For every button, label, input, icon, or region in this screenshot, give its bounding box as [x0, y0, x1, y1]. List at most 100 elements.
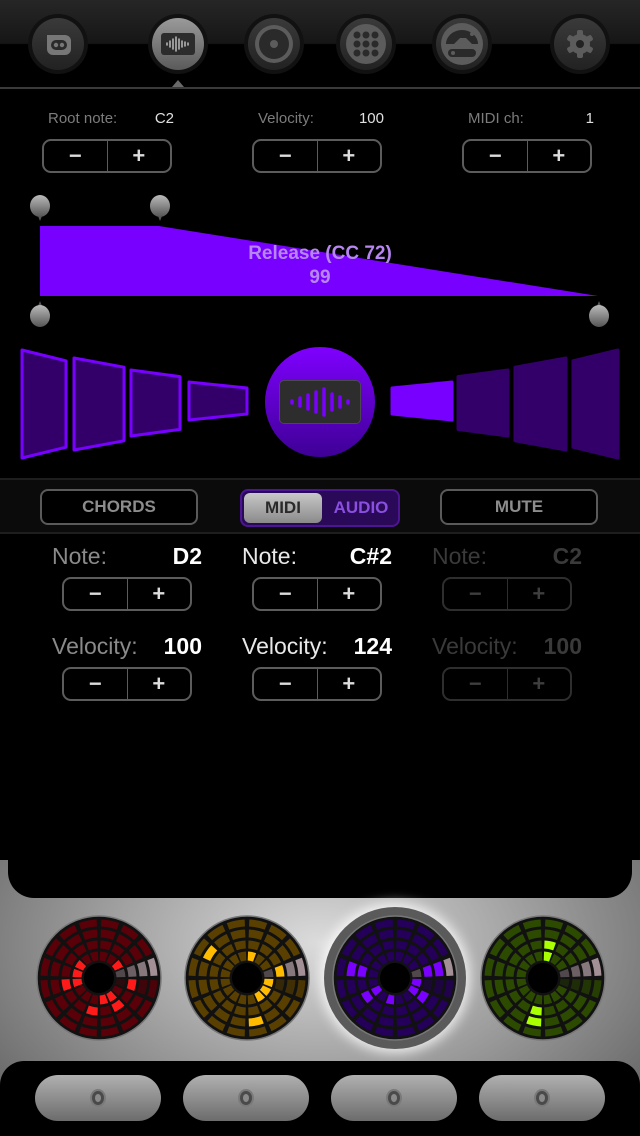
- gear-icon: [567, 30, 593, 58]
- velocity-2-stepper[interactable]: − +: [252, 667, 382, 701]
- midi-channel-label: MIDI ch:: [468, 110, 524, 127]
- audio-option[interactable]: AUDIO: [324, 491, 398, 525]
- root-note-decrement-button[interactable]: −: [44, 141, 108, 171]
- note-label: Note:: [242, 543, 297, 569]
- velocity-value: 124: [353, 633, 392, 659]
- pad-grid-button[interactable]: [336, 14, 396, 74]
- note-2-decrement-button[interactable]: −: [254, 579, 318, 609]
- envelope-handle-start-top[interactable]: [29, 195, 51, 221]
- robot-face-icon: [47, 35, 71, 55]
- note-value: D2: [172, 543, 202, 569]
- release-envelope-editor[interactable]: Release (CC 72) 99: [0, 190, 640, 340]
- pad-3-select-button[interactable]: [331, 1075, 457, 1121]
- pad-hub: [84, 963, 114, 993]
- indicator-led-icon: [238, 1089, 254, 1107]
- velocity-value: 100: [543, 633, 582, 659]
- note-1-decrement-button[interactable]: −: [64, 579, 128, 609]
- note-value: C2: [552, 543, 582, 569]
- velocity-1-stepper[interactable]: − +: [62, 667, 192, 701]
- note-1-increment-button[interactable]: +: [128, 579, 191, 609]
- envelope-handle-end[interactable]: [588, 301, 610, 327]
- radial-pad-grid: [480, 915, 606, 1041]
- radial-pad-grid: [36, 915, 162, 1041]
- envelope-graph[interactable]: [0, 190, 640, 340]
- velocity-label: Velocity:: [242, 633, 328, 659]
- velocity-2-increment-button[interactable]: +: [318, 669, 381, 699]
- drum-pad-purple[interactable]: [324, 907, 466, 1049]
- right-segment-2[interactable]: [456, 368, 510, 438]
- radial-pad-grid: [332, 915, 458, 1041]
- midi-option[interactable]: MIDI: [244, 493, 322, 523]
- pad-hub: [232, 963, 262, 993]
- record-button[interactable]: [244, 14, 304, 74]
- waveform-icon: [161, 33, 195, 55]
- envelope-parameter-name: Release (CC 72): [248, 243, 392, 264]
- record-disc-icon: [255, 25, 293, 63]
- velocity-3-decrement-button: −: [444, 669, 508, 699]
- root-note-label: Root note:: [48, 110, 118, 127]
- velocity-column-2: Velocity: 124: [242, 633, 392, 663]
- velocity-1-increment-button[interactable]: +: [128, 669, 191, 699]
- root-note-value: C2: [154, 110, 174, 127]
- grid-dots-icon: [346, 24, 386, 64]
- velocity-3-stepper: − +: [442, 667, 572, 701]
- velocity-stepper[interactable]: − +: [252, 139, 382, 173]
- right-segment-4[interactable]: [571, 348, 620, 460]
- velocity-decrement-button[interactable]: −: [254, 141, 318, 171]
- left-segment-4[interactable]: [187, 380, 249, 422]
- drum-pad-amber[interactable]: [184, 915, 310, 1041]
- mixer-button[interactable]: [432, 14, 492, 74]
- drum-pad-red[interactable]: [36, 915, 162, 1041]
- right-segment-1[interactable]: [390, 380, 454, 422]
- note-3-decrement-button: −: [444, 579, 508, 609]
- note-3-stepper: − +: [442, 577, 572, 611]
- center-sound-button[interactable]: [265, 347, 375, 457]
- left-segment-1[interactable]: [20, 348, 68, 460]
- note-2-increment-button[interactable]: +: [318, 579, 381, 609]
- pad-4-select-button[interactable]: [479, 1075, 605, 1121]
- gauge-slider-icon: [441, 23, 483, 65]
- velocity-increment-button[interactable]: +: [318, 141, 381, 171]
- midi-channel-decrement-button[interactable]: −: [464, 141, 528, 171]
- pad-hub: [380, 963, 410, 993]
- root-note-stepper[interactable]: − +: [42, 139, 172, 173]
- midi-audio-toggle[interactable]: MIDI AUDIO: [240, 489, 400, 527]
- note-label: Note:: [432, 543, 487, 569]
- left-segment-3[interactable]: [129, 368, 182, 438]
- midi-channel-increment-button[interactable]: +: [528, 141, 591, 171]
- indicator-led-icon: [534, 1089, 550, 1107]
- note-column-1: Note: D2: [52, 543, 202, 573]
- note-column-2: Note: C#2: [242, 543, 392, 573]
- pad-1-select-button[interactable]: [35, 1075, 161, 1121]
- envelope-handle-hold-end[interactable]: [149, 195, 171, 221]
- root-note-increment-button[interactable]: +: [108, 141, 171, 171]
- midi-channel-value: 1: [585, 110, 594, 127]
- pad-hub: [528, 963, 558, 993]
- indicator-led-icon: [90, 1089, 106, 1107]
- settings-button[interactable]: [550, 14, 610, 74]
- top-panel-edge: [8, 860, 632, 898]
- velocity-2-decrement-button[interactable]: −: [254, 669, 318, 699]
- envelope-handle-start-bottom[interactable]: [29, 301, 51, 327]
- velocity-label: Velocity:: [258, 110, 314, 127]
- note-2-stepper[interactable]: − +: [252, 577, 382, 611]
- chords-button[interactable]: CHORDS: [40, 489, 198, 525]
- velocity-label: Velocity:: [52, 633, 138, 659]
- indicator-led-icon: [386, 1089, 402, 1107]
- drum-pad-green[interactable]: [480, 915, 606, 1041]
- sound-editor-button[interactable]: [148, 14, 208, 74]
- note-label: Note:: [52, 543, 107, 569]
- note-1-stepper[interactable]: − +: [62, 577, 192, 611]
- velocity-value: 100: [358, 110, 384, 127]
- radial-pad-grid: [184, 915, 310, 1041]
- midi-channel-stepper[interactable]: − +: [462, 139, 592, 173]
- pad-2-select-button[interactable]: [183, 1075, 309, 1121]
- mute-button[interactable]: MUTE: [440, 489, 598, 525]
- velocity-column-1: Velocity: 100: [52, 633, 202, 663]
- right-segment-3[interactable]: [513, 356, 568, 452]
- velocity-value: 100: [163, 633, 202, 659]
- envelope-parameter-value: 99: [309, 267, 331, 288]
- velocity-1-decrement-button[interactable]: −: [64, 669, 128, 699]
- left-segment-2[interactable]: [72, 356, 126, 452]
- kit-browser-button[interactable]: [28, 14, 88, 74]
